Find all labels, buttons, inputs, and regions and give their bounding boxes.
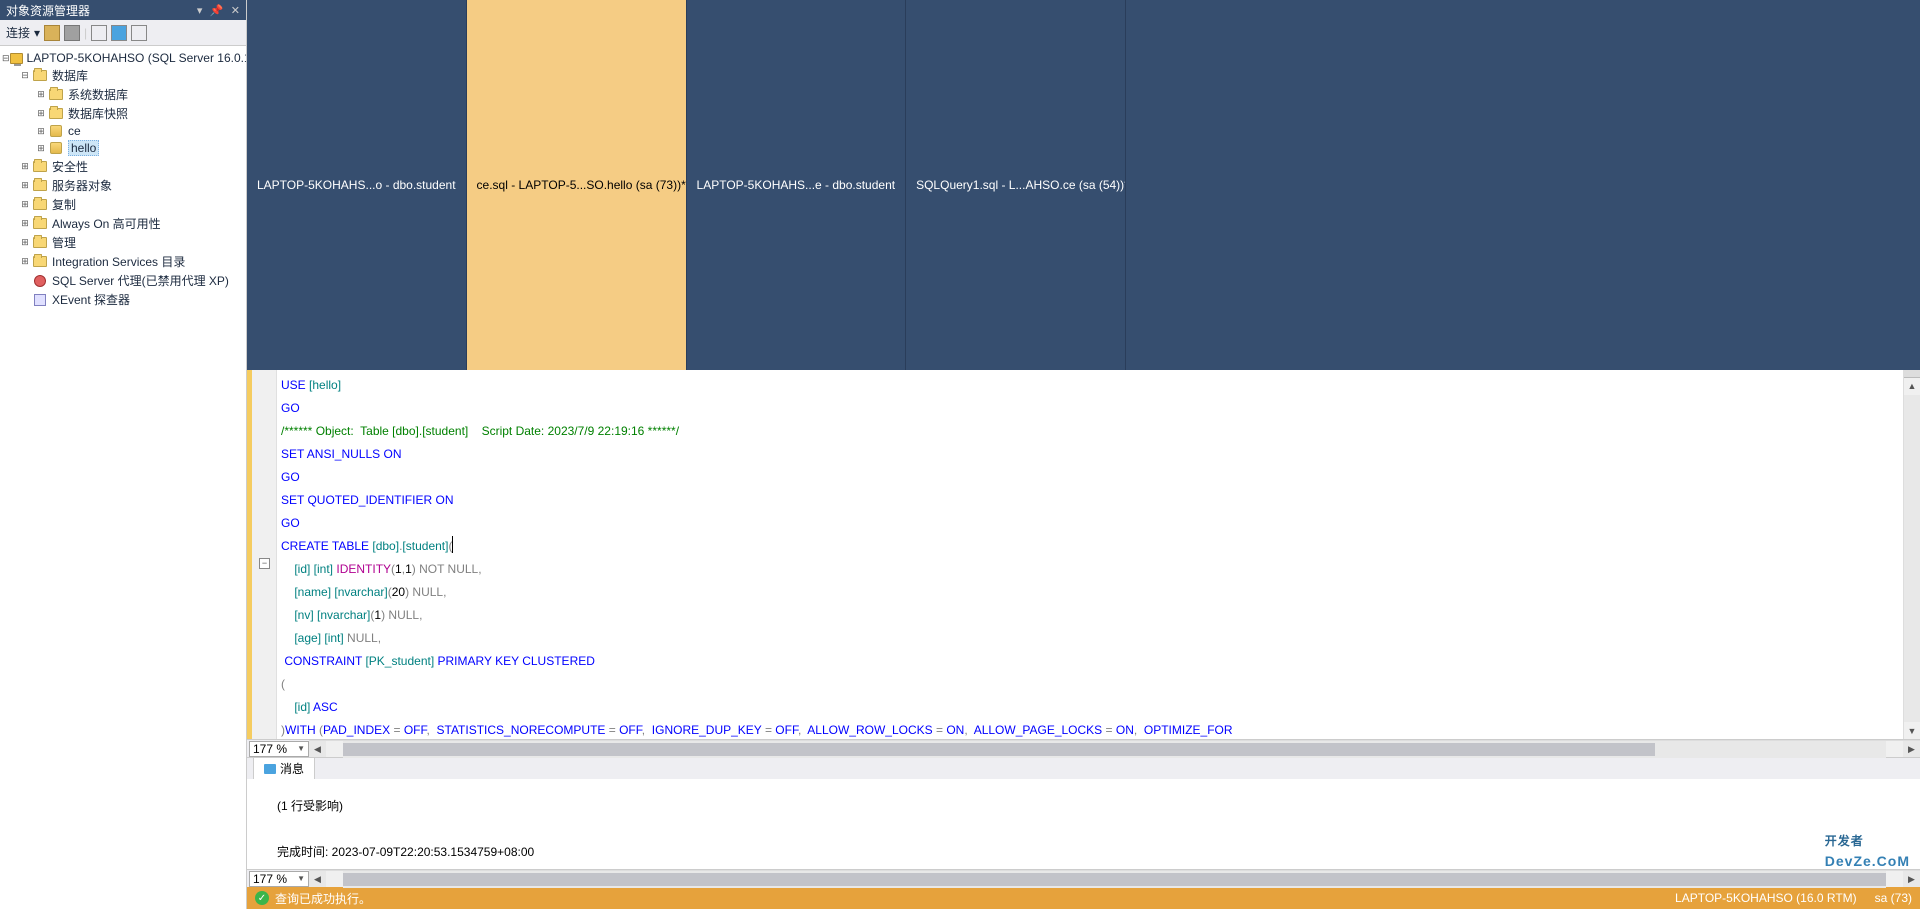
document-tab[interactable]: LAPTOP-5KOHAHS...e - dbo.student (687, 0, 907, 370)
status-bar: ✓ 查询已成功执行。 LAPTOP-5KOHAHSO (16.0 RTM) sa… (247, 887, 1920, 909)
messages-tab[interactable]: 消息 (253, 757, 315, 779)
tree-node[interactable]: XEvent 探查器 (2, 290, 244, 309)
tree-root[interactable]: ⊟ LAPTOP-5KOHAHSO (SQL Server 16.0.1000.… (2, 50, 244, 66)
tree-label: 数据库 (52, 67, 88, 84)
editor-zoom-row: 177 %▼ ◀▶ (247, 739, 1920, 757)
code-margin: − − (247, 370, 277, 740)
document-tab[interactable]: SQLQuery1.sql - L...AHSO.ce (sa (54))* (906, 0, 1126, 370)
folder-icon (33, 256, 47, 267)
code-area[interactable]: USE [hello] GO /****** Object: Table [db… (277, 370, 1903, 740)
status-user: sa (73) (1875, 891, 1912, 905)
tree-node[interactable]: ⊞ 复制 (2, 195, 244, 214)
connect-dropdown[interactable]: ▾ (34, 26, 40, 40)
close-icon[interactable]: ✕ (231, 5, 240, 17)
db-icon (50, 142, 62, 154)
expander-icon[interactable]: ⊞ (18, 161, 32, 172)
object-explorer: 对象资源管理器 ▾ 📌 ✕ 连接▾ | ⊟ LAPTOP-5KOHAHSO (S… (0, 0, 247, 909)
message-line: 完成时间: 2023-07-09T22:20:53.1534759+08:00 (277, 841, 1890, 864)
tree-label: Integration Services 目录 (52, 253, 185, 270)
folder-icon (49, 89, 63, 100)
toolbar-icon-5[interactable] (131, 25, 147, 41)
dropdown-icon[interactable]: ▾ (197, 5, 203, 17)
tree-node[interactable]: ⊞ 服务器对象 (2, 176, 244, 195)
messages-zoom-row: 177 %▼ ◀▶ (247, 869, 1920, 887)
status-server: LAPTOP-5KOHAHSO (16.0 RTM) (1675, 891, 1857, 905)
folder-icon (33, 237, 47, 248)
tree-label: 数据库快照 (68, 105, 128, 122)
toolbar-icon-2[interactable] (64, 25, 80, 41)
expander-icon[interactable]: ⊞ (18, 199, 32, 210)
horizontal-scrollbar[interactable]: ◀▶ (309, 740, 1920, 757)
tree-label: 系统数据库 (68, 86, 128, 103)
vertical-scrollbar[interactable]: ▲▼ (1903, 370, 1920, 740)
tree-node[interactable]: ⊞ 管理 (2, 233, 244, 252)
xe-icon (34, 294, 46, 306)
folder-icon (33, 161, 47, 172)
status-message: 查询已成功执行。 (275, 890, 371, 907)
zoom-selector[interactable]: 177 %▼ (249, 741, 309, 757)
expander-icon[interactable]: ⊞ (34, 89, 48, 100)
expander-icon[interactable]: ⊞ (18, 218, 32, 229)
splitter-icon[interactable] (1904, 370, 1920, 378)
tree-label: 安全性 (52, 158, 88, 175)
tree-label: XEvent 探查器 (52, 291, 130, 308)
document-tab[interactable]: LAPTOP-5KOHAHS...o - dbo.student (247, 0, 467, 370)
server-label: LAPTOP-5KOHAHSO (SQL Server 16.0.1000.6 … (27, 51, 246, 65)
message-line: (1 行受影响) (277, 795, 1890, 818)
folder-icon (49, 108, 63, 119)
tree-label: ce (68, 124, 81, 138)
results-tabs: 消息 (247, 757, 1920, 779)
object-tree[interactable]: ⊟ LAPTOP-5KOHAHSO (SQL Server 16.0.1000.… (0, 46, 246, 909)
messages-icon (264, 764, 276, 774)
tree-node[interactable]: ⊟ 数据库 (2, 66, 244, 85)
expander-icon[interactable]: ⊞ (34, 143, 48, 154)
expander-icon[interactable]: ⊟ (18, 70, 32, 81)
document-tab[interactable]: ce.sql - LAPTOP-5...SO.hello (sa (73))*📌… (467, 0, 687, 370)
folder-icon (33, 199, 47, 210)
sql-editor[interactable]: − − USE [hello] GO /****** Object: Table… (247, 370, 1920, 740)
tree-label: Always On 高可用性 (52, 215, 161, 232)
connect-label[interactable]: 连接 (6, 24, 30, 41)
fold-button[interactable]: − (259, 558, 270, 569)
tree-label: SQL Server 代理(已禁用代理 XP) (52, 272, 229, 289)
tree-node[interactable]: ⊞ Integration Services 目录 (2, 252, 244, 271)
sidebar-title: 对象资源管理器 (6, 2, 90, 19)
tree-node[interactable]: ⊞ 数据库快照 (2, 104, 244, 123)
messages-panel[interactable]: (1 行受影响) 完成时间: 2023-07-09T22:20:53.15347… (247, 779, 1920, 869)
toolbar-icon-1[interactable] (44, 25, 60, 41)
watermark: 开发者DevZe.CoM (1825, 821, 1910, 869)
toolbar-icon-4[interactable] (111, 25, 127, 41)
sidebar-toolbar: 连接▾ | (0, 20, 246, 46)
folder-icon (33, 70, 47, 81)
server-icon (10, 53, 23, 64)
folder-icon (33, 180, 47, 191)
tree-label: 管理 (52, 234, 76, 251)
toolbar-icon-3[interactable] (91, 25, 107, 41)
expander-icon[interactable]: ⊞ (34, 108, 48, 119)
tree-label: 复制 (52, 196, 76, 213)
tree-label: hello (68, 140, 99, 156)
expander-icon[interactable]: ⊞ (18, 180, 32, 191)
expander-icon[interactable]: ⊞ (18, 237, 32, 248)
tree-node[interactable]: ⊞ Always On 高可用性 (2, 214, 244, 233)
expander-icon[interactable]: ⊞ (18, 256, 32, 267)
document-tabs: LAPTOP-5KOHAHS...o - dbo.studentce.sql -… (247, 0, 1920, 370)
folder-icon (33, 218, 47, 229)
tree-node[interactable]: ⊞ 安全性 (2, 157, 244, 176)
sidebar-header: 对象资源管理器 ▾ 📌 ✕ (0, 0, 246, 20)
success-icon: ✓ (255, 891, 269, 905)
horizontal-scrollbar[interactable]: ◀▶ (309, 870, 1920, 887)
tree-node[interactable]: ⊞ ce (2, 123, 244, 139)
tree-node[interactable]: SQL Server 代理(已禁用代理 XP) (2, 271, 244, 290)
db-icon (50, 125, 62, 137)
tree-label: 服务器对象 (52, 177, 112, 194)
tree-node[interactable]: ⊞ 系统数据库 (2, 85, 244, 104)
agent-icon (34, 275, 46, 287)
expander-icon[interactable]: ⊞ (34, 126, 48, 137)
pin-icon[interactable]: 📌 (210, 5, 224, 17)
tree-node[interactable]: ⊞ hello (2, 139, 244, 157)
zoom-selector[interactable]: 177 %▼ (249, 871, 309, 887)
